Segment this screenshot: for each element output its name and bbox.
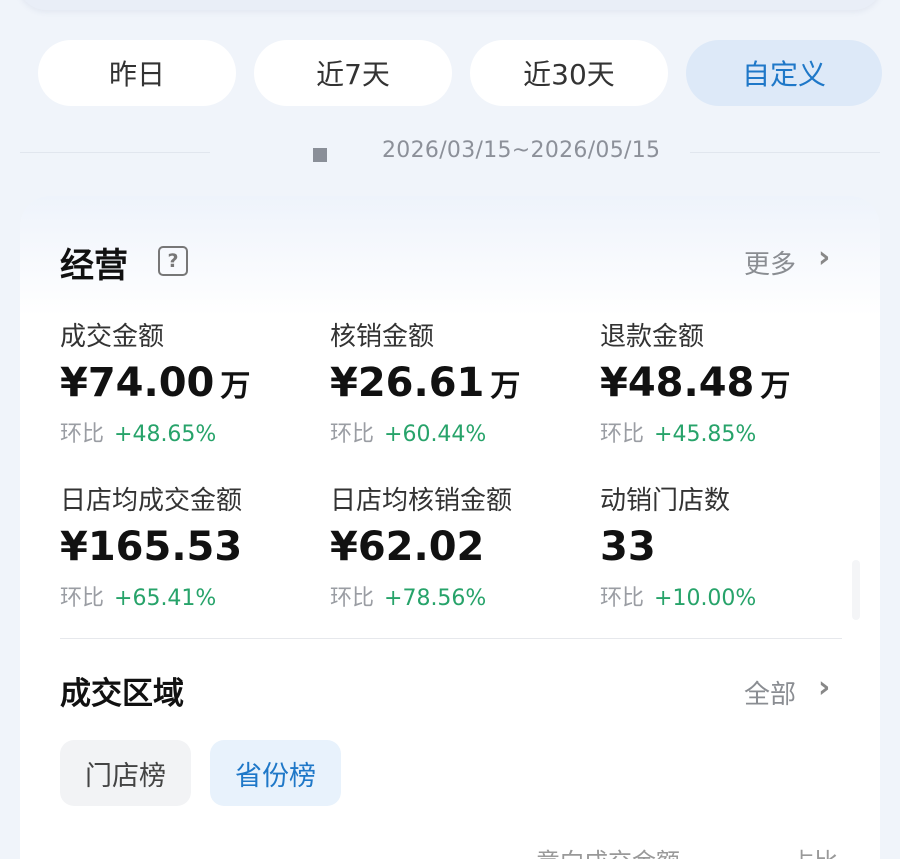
- tab-yesterday[interactable]: 昨日: [38, 40, 236, 106]
- date-range-row: 2026/03/15~2026/05/15: [0, 138, 900, 168]
- chip-store-ranking[interactable]: 门店榜: [60, 740, 191, 806]
- metric-value-active-stores[interactable]: 33: [600, 524, 656, 570]
- change-label: 环比: [600, 586, 645, 611]
- change-label: 环比: [330, 586, 375, 611]
- question-mark-icon[interactable]: ?: [158, 246, 188, 276]
- column-header-share[interactable]: 占比: [790, 842, 838, 859]
- tab-custom[interactable]: 自定义: [686, 40, 882, 106]
- change-label: 环比: [60, 586, 105, 611]
- metric-unit: 万: [760, 369, 791, 404]
- metric-value-daily-gmv[interactable]: ¥165.53: [60, 524, 242, 570]
- metric-label-daily-redeemed: 日店均核销金额: [330, 486, 513, 516]
- scrollbar[interactable]: [852, 560, 860, 620]
- top-card-edge: [18, 0, 882, 10]
- change-label: 环比: [330, 422, 375, 447]
- metric-label-active-stores: 动销门店数: [600, 486, 731, 516]
- date-divider-left: [20, 152, 210, 153]
- metric-change-daily-redeemed: 环比 +78.56%: [330, 580, 486, 612]
- metric-change-active-stores: 环比 +10.00%: [600, 580, 756, 612]
- date-range-text[interactable]: 2026/03/15~2026/05/15: [382, 138, 660, 163]
- change-value: +60.44%: [384, 422, 487, 447]
- tab-last-7-days[interactable]: 近7天: [254, 40, 452, 106]
- chevron-right-icon[interactable]: ›: [818, 670, 830, 705]
- region-title: 成交区域: [60, 676, 184, 712]
- calendar-icon[interactable]: [313, 148, 327, 162]
- metric-label-daily-gmv: 日店均成交金额: [60, 486, 243, 516]
- metric-value-text: 33: [600, 524, 656, 570]
- metric-change-daily-gmv: 环比 +65.41%: [60, 580, 216, 612]
- metric-value-gmv[interactable]: ¥74.00 万: [60, 360, 250, 406]
- chip-province-ranking[interactable]: 省份榜: [210, 740, 341, 806]
- date-tabs: 昨日 近7天 近30天 自定义: [38, 40, 882, 106]
- metric-label-refund: 退款金额: [600, 322, 705, 352]
- business-title: 经营: [60, 246, 128, 286]
- metric-value-text: ¥48.48: [600, 360, 755, 406]
- change-label: 环比: [60, 422, 105, 447]
- change-value: +78.56%: [384, 586, 487, 611]
- metric-value-daily-redeemed[interactable]: ¥62.02: [330, 524, 484, 570]
- date-divider-right: [690, 152, 880, 153]
- metric-value-text: ¥74.00: [60, 360, 215, 406]
- change-value: +65.41%: [114, 586, 217, 611]
- change-value: +10.00%: [654, 586, 757, 611]
- metric-label-redeemed: 核销金额: [330, 322, 435, 352]
- metric-value-redeemed[interactable]: ¥26.61 万: [330, 360, 520, 406]
- more-link[interactable]: 更多: [744, 244, 796, 281]
- metric-unit: 万: [490, 369, 521, 404]
- metric-value-text: ¥165.53: [60, 524, 243, 570]
- metric-change-refund: 环比 +45.85%: [600, 416, 756, 448]
- all-link[interactable]: 全部: [744, 674, 796, 711]
- metric-unit: 万: [220, 369, 251, 404]
- change-value: +48.65%: [114, 422, 217, 447]
- metric-value-refund[interactable]: ¥48.48 万: [600, 360, 790, 406]
- chevron-right-icon[interactable]: ›: [818, 240, 830, 275]
- metric-value-text: ¥62.02: [330, 524, 485, 570]
- metric-label-gmv: 成交金额: [60, 322, 165, 352]
- metric-change-redeemed: 环比 +60.44%: [330, 416, 486, 448]
- column-header-intended-gmv[interactable]: 意向成交金额: [536, 842, 680, 859]
- tab-last-30-days[interactable]: 近30天: [470, 40, 668, 106]
- metric-change-gmv: 环比 +48.65%: [60, 416, 216, 448]
- change-label: 环比: [600, 422, 645, 447]
- section-divider: [60, 638, 842, 639]
- metric-value-text: ¥26.61: [330, 360, 485, 406]
- change-value: +45.85%: [654, 422, 757, 447]
